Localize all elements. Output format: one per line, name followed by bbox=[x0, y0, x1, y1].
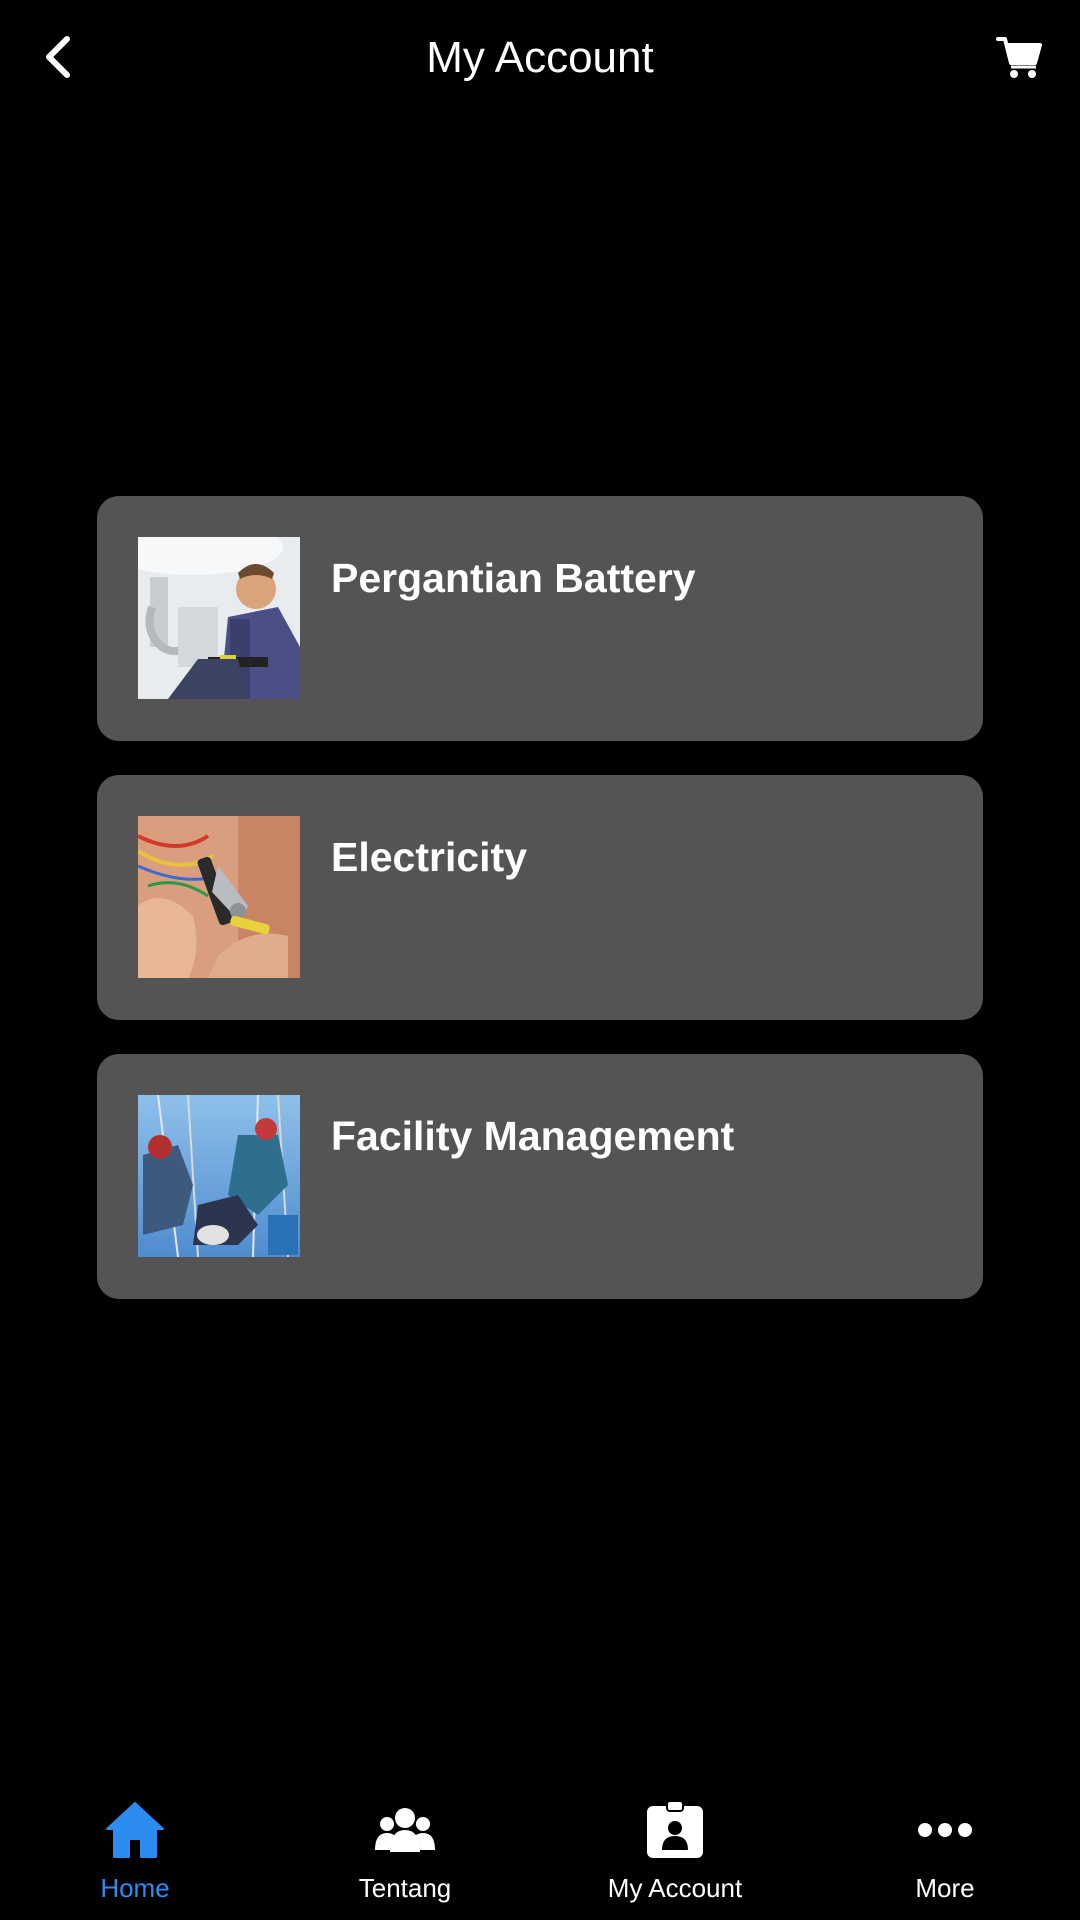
rope-access-workers-photo bbox=[138, 1095, 300, 1257]
bottom-nav: Home Tentang My Account More bbox=[0, 1780, 1080, 1920]
nav-label: My Account bbox=[607, 1873, 743, 1903]
group-icon bbox=[375, 1808, 435, 1852]
cart-button[interactable] bbox=[984, 26, 1054, 88]
service-list: Pergantian Battery Electricity Facility … bbox=[97, 496, 983, 1333]
service-label: Electricity bbox=[331, 834, 527, 880]
service-label: Facility Management bbox=[331, 1113, 735, 1159]
badge-user-icon bbox=[647, 1800, 703, 1858]
service-card-pergantian-battery[interactable]: Pergantian Battery bbox=[97, 496, 983, 741]
nav-label: Home bbox=[100, 1873, 170, 1903]
service-card-electricity[interactable]: Electricity bbox=[97, 775, 983, 1020]
more-dots-icon bbox=[918, 1823, 972, 1837]
nav-label: More bbox=[915, 1873, 975, 1903]
nav-item-more[interactable]: More bbox=[810, 1780, 1080, 1920]
plumber-photo bbox=[138, 537, 300, 699]
home-icon bbox=[106, 1802, 164, 1858]
nav-label: Tentang bbox=[358, 1873, 452, 1903]
wire-stripper-photo bbox=[138, 816, 300, 978]
nav-item-my-account[interactable]: My Account bbox=[540, 1780, 810, 1920]
nav-item-tentang[interactable]: Tentang bbox=[270, 1780, 540, 1920]
nav-item-home[interactable]: Home bbox=[0, 1780, 270, 1920]
cart-icon bbox=[996, 37, 1042, 78]
service-label: Pergantian Battery bbox=[331, 555, 696, 601]
app-header: My Account bbox=[0, 0, 1080, 116]
page-title: My Account bbox=[426, 33, 654, 82]
service-card-facility-management[interactable]: Facility Management bbox=[97, 1054, 983, 1299]
